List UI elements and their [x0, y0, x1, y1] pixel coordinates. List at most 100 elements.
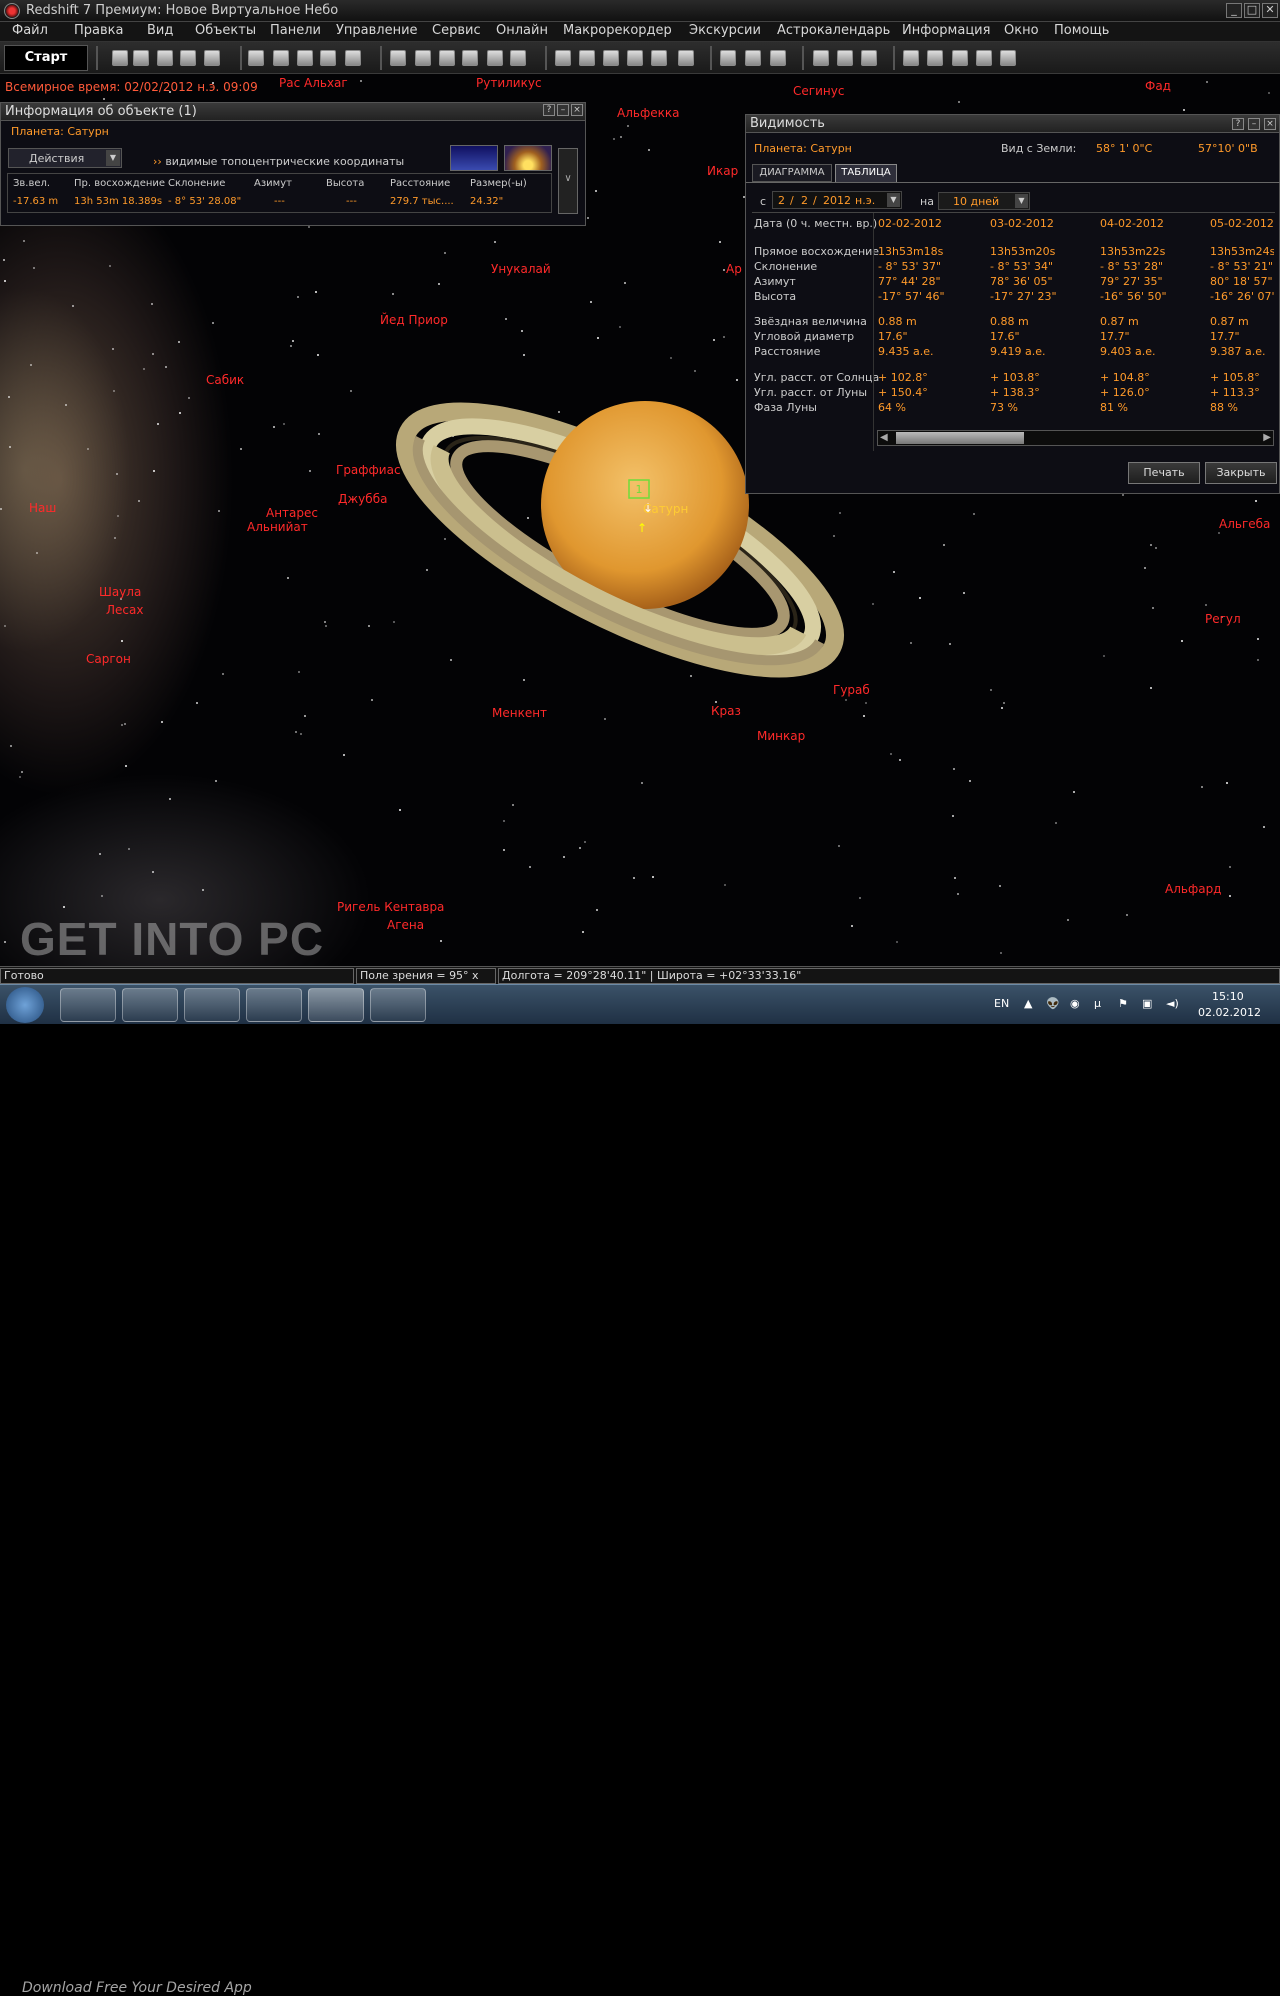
minimize-icon[interactable]: – — [1248, 118, 1260, 130]
marker-icon[interactable] — [813, 50, 829, 66]
flag-icon[interactable] — [678, 50, 694, 66]
volume-icon[interactable]: ◄) — [1166, 997, 1179, 1010]
star-label[interactable]: Сабик — [206, 373, 244, 387]
star-label[interactable]: Джубба — [338, 492, 387, 506]
star-label[interactable]: Унукалай — [491, 262, 551, 276]
maximize-icon[interactable]: □ — [1244, 3, 1260, 18]
redshift-icon[interactable] — [308, 988, 364, 1022]
window-icon[interactable] — [273, 50, 289, 66]
star-label[interactable]: Менкент — [492, 706, 547, 720]
close-icon[interactable]: ✕ — [1262, 3, 1278, 18]
utorrent-icon[interactable] — [370, 988, 426, 1022]
star-label[interactable]: Ар — [726, 262, 742, 276]
steam-icon[interactable]: ◉ — [1070, 997, 1080, 1010]
network-icon[interactable]: ▣ — [1142, 997, 1152, 1010]
chevron-left-icon[interactable]: ◀ — [880, 432, 888, 443]
start-orb-icon[interactable] — [6, 987, 44, 1023]
tools-icon[interactable] — [510, 50, 526, 66]
star-label[interactable]: Лесах — [106, 603, 143, 617]
stop-icon[interactable] — [1000, 50, 1016, 66]
star-label[interactable]: Альгеба — [1219, 517, 1270, 531]
star-label[interactable]: Альфард — [1165, 882, 1221, 896]
measure-icon[interactable] — [770, 50, 786, 66]
chrome-icon[interactable] — [122, 988, 178, 1022]
film-icon[interactable] — [603, 50, 619, 66]
star-label[interactable]: Ригель Кентавра — [337, 900, 444, 914]
select-icon[interactable] — [345, 50, 361, 66]
hand-icon[interactable] — [720, 50, 736, 66]
start-date-field[interactable]: 2 / 2 / 2012 н.э. ▼ — [772, 191, 902, 209]
star-label[interactable]: Регул — [1205, 612, 1241, 626]
flag-icon[interactable]: ⚑ — [1118, 997, 1128, 1010]
preview-icon[interactable] — [204, 50, 220, 66]
close-icon[interactable]: × — [571, 104, 583, 116]
star-label[interactable]: Йед Приор — [380, 313, 448, 327]
star-label[interactable]: Рутиликус — [476, 76, 542, 90]
star-label[interactable]: Минкар — [757, 729, 805, 743]
minimize-icon[interactable]: _ — [1226, 3, 1242, 18]
utorrent-tray-icon[interactable]: µ — [1094, 997, 1101, 1010]
mirror-icon[interactable] — [320, 50, 336, 66]
alien-tray-icon[interactable]: 👽 — [1046, 997, 1060, 1010]
span-dropdown[interactable]: 10 дней ▼ — [938, 192, 1030, 210]
start-button[interactable]: Старт — [4, 45, 88, 71]
menu-item[interactable]: Помощь — [1054, 23, 1109, 38]
chevron-down-icon[interactable]: ▼ — [887, 193, 900, 207]
clock-date[interactable]: 02.02.2012 — [1198, 1006, 1261, 1019]
star-label[interactable]: Граффиас — [336, 463, 401, 477]
layers-icon[interactable] — [487, 50, 503, 66]
star-label[interactable]: Агена — [387, 918, 424, 932]
pause-icon[interactable] — [976, 50, 992, 66]
explorer-icon[interactable] — [60, 988, 116, 1022]
actions-dropdown[interactable]: Действия ▼ — [8, 148, 122, 168]
expand-icon[interactable]: ∨ — [558, 148, 578, 214]
scrollbar-thumb[interactable] — [896, 432, 1024, 444]
night-sky-icon[interactable] — [450, 145, 498, 171]
close-icon[interactable]: × — [1264, 118, 1276, 130]
menu-item[interactable]: Вид — [147, 23, 173, 38]
planet-icon[interactable] — [555, 50, 571, 66]
star-label[interactable]: Сегинус — [793, 84, 844, 98]
help-icon[interactable]: ? — [1232, 118, 1244, 130]
save-icon[interactable] — [157, 50, 173, 66]
star-label[interactable]: Рас Альхаг — [279, 76, 348, 90]
orbit-icon[interactable] — [579, 50, 595, 66]
edit-icon[interactable] — [927, 50, 943, 66]
star-label[interactable]: Фад — [1145, 79, 1171, 93]
zoom-icon[interactable] — [745, 50, 761, 66]
menu-item[interactable]: Онлайн — [496, 23, 548, 38]
star-label[interactable]: Антарес — [266, 506, 318, 520]
star-label[interactable]: Альнийат — [247, 520, 308, 534]
layout-icon[interactable] — [462, 50, 478, 66]
print-icon[interactable] — [180, 50, 196, 66]
star-label[interactable]: Саргон — [86, 652, 131, 666]
star-label[interactable]: Альфекка — [617, 106, 679, 120]
menu-item[interactable]: Сервис — [432, 23, 481, 38]
alien-app-icon[interactable] — [246, 988, 302, 1022]
az-icon[interactable] — [861, 50, 877, 66]
menu-item[interactable]: Астрокалендарь — [777, 23, 890, 38]
star-label[interactable]: Краз — [711, 704, 741, 718]
g-icon[interactable] — [627, 50, 643, 66]
language-indicator[interactable]: EN — [994, 997, 1009, 1010]
globe-icon[interactable] — [415, 50, 431, 66]
star-label[interactable]: Шаула — [99, 585, 141, 599]
close-button[interactable]: Закрыть — [1205, 462, 1277, 484]
menu-item[interactable]: Объекты — [195, 23, 256, 38]
menu-item[interactable]: Правка — [74, 23, 123, 38]
star-label[interactable]: Гураб — [833, 683, 870, 697]
query-icon[interactable] — [837, 50, 853, 66]
horizontal-scrollbar[interactable]: ◀ ▶ — [877, 430, 1274, 446]
grid-icon[interactable] — [439, 50, 455, 66]
menu-item[interactable]: Файл — [12, 23, 48, 38]
new-file-icon[interactable] — [112, 50, 128, 66]
tab-diagram[interactable]: ДИАГРАММА — [752, 164, 832, 182]
archive-icon[interactable] — [184, 988, 240, 1022]
star-label[interactable]: Наш — [29, 501, 56, 515]
menu-item[interactable]: Макрорекордер — [563, 23, 672, 38]
clock-icon[interactable] — [390, 50, 406, 66]
monitor-icon[interactable] — [248, 50, 264, 66]
star-label[interactable]: Икар — [707, 164, 738, 178]
chevron-right-icon[interactable]: ▶ — [1263, 432, 1271, 443]
record-icon[interactable] — [903, 50, 919, 66]
